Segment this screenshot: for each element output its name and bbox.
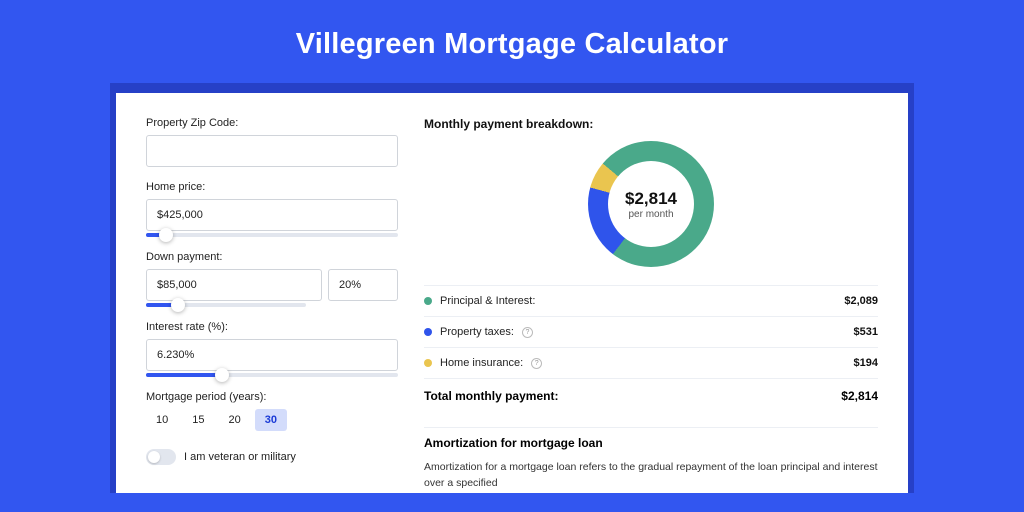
legend-dot (424, 328, 432, 336)
page-title: Villegreen Mortgage Calculator (0, 28, 1024, 61)
veteran-row: I am veteran or military (146, 449, 398, 465)
amortization-text: Amortization for a mortgage loan refers … (424, 460, 878, 492)
zip-field: Property Zip Code: (146, 117, 398, 167)
breakdown-column: Monthly payment breakdown: $2,814 per mo… (424, 117, 878, 493)
legend-value: $194 (854, 357, 878, 369)
toggle-knob (148, 451, 160, 463)
legend-label: Property taxes: (440, 326, 514, 338)
period-field: Mortgage period (years): 10152030 (146, 391, 398, 431)
legend-dot (424, 359, 432, 367)
home-price-slider[interactable] (146, 233, 398, 237)
info-icon[interactable]: ? (522, 327, 533, 338)
amortization-title: Amortization for mortgage loan (424, 436, 878, 450)
period-button-10[interactable]: 10 (146, 409, 178, 431)
breakdown-card: Monthly payment breakdown: $2,814 per mo… (424, 117, 878, 403)
calculator-panel: Property Zip Code: Home price: Down paym… (116, 93, 908, 493)
down-payment-slider[interactable] (146, 303, 306, 307)
donut-chart-wrap: $2,814 per month (424, 131, 878, 285)
legend-label: Home insurance: (440, 357, 523, 369)
home-price-field: Home price: (146, 181, 398, 237)
panel-container: Property Zip Code: Home price: Down paym… (110, 83, 914, 493)
interest-slider[interactable] (146, 373, 398, 377)
legend-dot (424, 297, 432, 305)
veteran-toggle[interactable] (146, 449, 176, 465)
legend-value: $531 (854, 326, 878, 338)
zip-input[interactable] (146, 135, 398, 167)
legend-label: Principal & Interest: (440, 295, 535, 307)
period-button-15[interactable]: 15 (182, 409, 214, 431)
legend-value: $2,089 (844, 295, 878, 307)
interest-field: Interest rate (%): (146, 321, 398, 377)
legend-row: Property taxes:? $531 (424, 317, 878, 348)
donut-chart: $2,814 per month (588, 141, 714, 267)
zip-label: Property Zip Code: (146, 117, 398, 129)
slider-thumb[interactable] (215, 368, 229, 382)
amortization-section: Amortization for mortgage loan Amortizat… (424, 427, 878, 492)
form-column: Property Zip Code: Home price: Down paym… (146, 117, 398, 493)
legend-row: Home insurance:? $194 (424, 348, 878, 379)
down-payment-pct-input[interactable] (328, 269, 398, 301)
breakdown-title: Monthly payment breakdown: (424, 117, 878, 131)
legend: Principal & Interest: $2,089 Property taxe… (424, 285, 878, 379)
home-price-label: Home price: (146, 181, 398, 193)
donut-amount: $2,814 (625, 189, 677, 209)
total-row: Total monthly payment: $2,814 (424, 379, 878, 403)
veteran-label: I am veteran or military (184, 451, 296, 463)
legend-row: Principal & Interest: $2,089 (424, 286, 878, 317)
down-payment-label: Down payment: (146, 251, 398, 263)
total-value: $2,814 (841, 389, 878, 403)
home-price-input[interactable] (146, 199, 398, 231)
slider-thumb[interactable] (171, 298, 185, 312)
info-icon[interactable]: ? (531, 358, 542, 369)
donut-center: $2,814 per month (608, 161, 694, 247)
donut-sub: per month (628, 209, 673, 220)
total-label: Total monthly payment: (424, 389, 558, 403)
period-buttons: 10152030 (146, 409, 398, 431)
interest-input[interactable] (146, 339, 398, 371)
down-payment-field: Down payment: (146, 251, 398, 307)
slider-thumb[interactable] (159, 228, 173, 242)
period-label: Mortgage period (years): (146, 391, 398, 403)
period-button-30[interactable]: 30 (255, 409, 287, 431)
down-payment-input[interactable] (146, 269, 322, 301)
period-button-20[interactable]: 20 (219, 409, 251, 431)
interest-label: Interest rate (%): (146, 321, 398, 333)
